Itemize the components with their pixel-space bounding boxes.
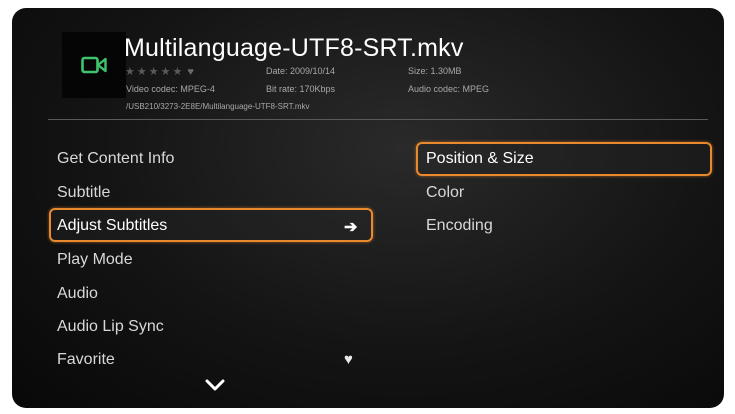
menu-item-favorite[interactable]: Favorite bbox=[57, 351, 115, 369]
file-path: /USB210/3273-2E8E/Multilanguage-UTF8-SRT… bbox=[126, 102, 310, 111]
menu-item-audio[interactable]: Audio bbox=[57, 285, 98, 303]
options-menu-screen: Multilanguage-UTF8-SRT.mkv ★★★★★ ♥ Date: … bbox=[12, 8, 724, 408]
file-thumbnail bbox=[62, 32, 126, 98]
chevron-down-icon[interactable] bbox=[204, 378, 226, 392]
bit-rate: Bit rate: 170Kbps bbox=[266, 84, 336, 94]
file-date: Date: 2009/10/14 bbox=[266, 66, 336, 76]
file-size: Size: 1.30MB bbox=[408, 66, 462, 76]
rating[interactable]: ★★★★★ ♥ bbox=[125, 65, 196, 78]
menu-item-audio-lip-sync[interactable]: Audio Lip Sync bbox=[57, 318, 164, 336]
rating-heart-icon: ♥ bbox=[187, 66, 196, 78]
rating-stars: ★★★★★ bbox=[125, 66, 185, 78]
menu-item-adjust-subtitles-label: Adjust Subtitles bbox=[57, 217, 168, 234]
menu-item-subtitle[interactable]: Subtitle bbox=[57, 184, 110, 202]
menu-item-play-mode[interactable]: Play Mode bbox=[57, 251, 133, 269]
submenu-item-position-size-label: Position & Size bbox=[426, 150, 534, 167]
arrow-right-icon: ➔ bbox=[344, 219, 358, 236]
video-camera-icon bbox=[81, 56, 107, 74]
menu-item-get-content-info[interactable]: Get Content Info bbox=[57, 150, 174, 168]
file-title: Multilanguage-UTF8-SRT.mkv bbox=[124, 34, 464, 62]
video-codec: Video codec: MPEG-4 bbox=[126, 84, 215, 94]
audio-codec: Audio codec: MPEG bbox=[408, 84, 490, 94]
header-divider bbox=[48, 119, 708, 120]
heart-icon: ♥ bbox=[344, 351, 353, 368]
submenu-item-color[interactable]: Color bbox=[426, 184, 464, 202]
submenu-item-encoding[interactable]: Encoding bbox=[426, 217, 493, 235]
